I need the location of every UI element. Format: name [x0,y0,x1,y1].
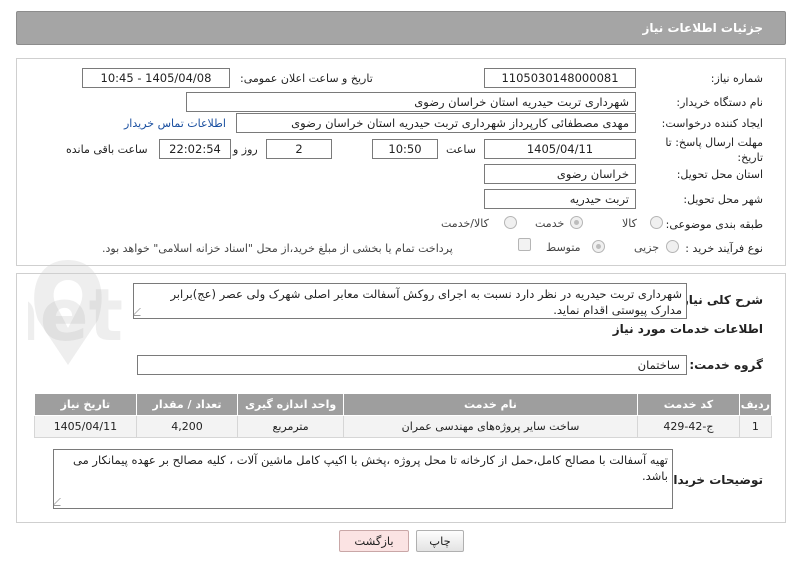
city-label: شهر محل تحویل: [683,193,763,206]
treasury-payment-note: پرداخت تمام یا بخشی از مبلغ خرید،از محل … [102,242,453,255]
summary-textarea: شهرداری تربت حیدریه در نظر دارد نسبت به … [133,283,687,319]
category-goods-service-radio[interactable] [504,216,517,229]
buyer-org-label: نام دستگاه خریدار: [676,96,763,109]
process-medium-label: متوسط [546,241,581,254]
col-header-row-number: ردیف [738,393,773,416]
time-left-label: ساعت باقی مانده [66,143,148,156]
need-number-field: 1105030148000081 [484,68,636,88]
requester-field: مهدی مصطفائی کارپرداز شهرداری تربت حیدری… [236,113,636,133]
buyer-notes-textarea: تهیه آسفالت با مصالح کامل،حمل از کارخانه… [53,449,673,509]
table-header-row: ردیف کد خدمت نام خدمت واحد اندازه گیری ت… [34,393,773,416]
col-header-need-date: تاریخ نیاز [34,393,137,416]
service-group-field: ساختمان [137,355,687,375]
buyer-notes-label: توضیحات خریدار: [661,473,763,487]
process-partial-label: جزیی [634,241,660,254]
announce-datetime-label: تاریخ و ساعت اعلان عمومی: [240,72,373,85]
buyer-notes-text: تهیه آسفالت با مصالح کامل،حمل از کارخانه… [73,453,668,483]
category-goods-label: کالا [622,217,637,230]
col-header-service-name: نام خدمت [342,393,639,416]
summary-text: شهرداری تربت حیدریه در نظر دارد نسبت به … [170,287,682,317]
page-title: جزئیات اطلاعات نیاز [642,21,763,35]
table-row: 1 ج-42-429 ساخت سایر پروژه‌های مهندسی عم… [34,415,773,438]
cell-need-date: 1405/04/11 [34,415,137,438]
time-left-field: 22:02:54 [159,139,231,159]
day-and-label: روز و [233,143,258,156]
need-number-label: شماره نیاز: [710,72,763,85]
province-field: خراسان رضوی [484,164,636,184]
cell-row-number: 1 [738,415,773,438]
cell-quantity: 4,200 [135,415,239,438]
deadline-date-field: 1405/04/11 [484,139,636,159]
cell-unit: مترمربع [237,415,344,438]
deadline-time-field: 10:50 [372,139,438,159]
process-type-label: نوع فرآیند خرید : [685,242,763,255]
city-field: تربت حیدریه [484,189,636,209]
back-button[interactable]: بازگشت [339,530,409,552]
buyer-contact-link[interactable]: اطلاعات تماس خریدار [124,117,226,130]
announce-datetime-field: 1405/04/08 - 10:45 [82,68,230,88]
days-left-field: 2 [266,139,332,159]
category-goods-service-label: کالا/خدمت [441,217,489,230]
print-button[interactable]: چاپ [416,530,464,552]
summary-label: شرح کلی نیاز: [677,293,763,307]
category-label: طبقه بندی موضوعی: [665,218,763,231]
resize-grip-icon[interactable] [54,498,68,506]
process-medium-radio[interactable] [592,240,605,253]
category-goods-radio[interactable] [650,216,663,229]
cell-service-name: ساخت سایر پروژه‌های مهندسی عمران [342,415,639,438]
col-header-service-code: کد خدمت [637,393,740,416]
col-header-quantity: تعداد / مقدار [135,393,239,416]
resize-grip-icon[interactable] [134,308,148,316]
category-service-label: خدمت [535,217,565,230]
process-partial-radio[interactable] [666,240,679,253]
cell-service-code: ج-42-429 [637,415,740,438]
deadline-label: مهلت ارسال پاسخ: تا تاریخ: [665,136,763,164]
province-label: استان محل تحویل: [676,168,763,181]
service-group-label: گروه خدمت: [689,358,763,372]
treasury-payment-checkbox[interactable] [518,238,531,251]
col-header-unit: واحد اندازه گیری [237,393,344,416]
requester-label: ایجاد کننده درخواست: [661,117,763,130]
page-header: جزئیات اطلاعات نیاز [16,11,786,45]
services-table: ردیف کد خدمت نام خدمت واحد اندازه گیری ت… [34,393,773,438]
category-service-radio[interactable] [570,216,583,229]
buyer-org-field: شهرداری تربت حیدریه استان خراسان رضوی [186,92,636,112]
deadline-hour-label: ساعت [446,143,476,156]
services-info-heading: اطلاعات خدمات مورد نیاز [612,322,763,336]
